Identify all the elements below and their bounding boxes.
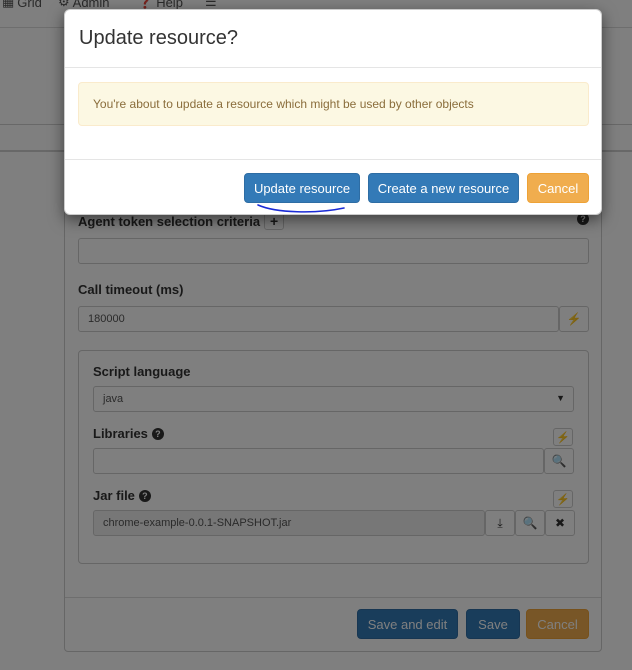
- modal-header-divider: [65, 67, 601, 68]
- update-resource-modal: Update resource? You're about to update …: [64, 9, 602, 215]
- modal-cancel-button[interactable]: Cancel: [527, 173, 589, 203]
- create-new-resource-button[interactable]: Create a new resource: [368, 173, 519, 203]
- update-resource-button[interactable]: Update resource: [244, 173, 360, 203]
- modal-title: Update resource?: [79, 27, 238, 49]
- underline-annotation: [257, 204, 345, 213]
- modal-footer-divider: [65, 159, 601, 160]
- warning-alert: You're about to update a resource which …: [78, 82, 589, 126]
